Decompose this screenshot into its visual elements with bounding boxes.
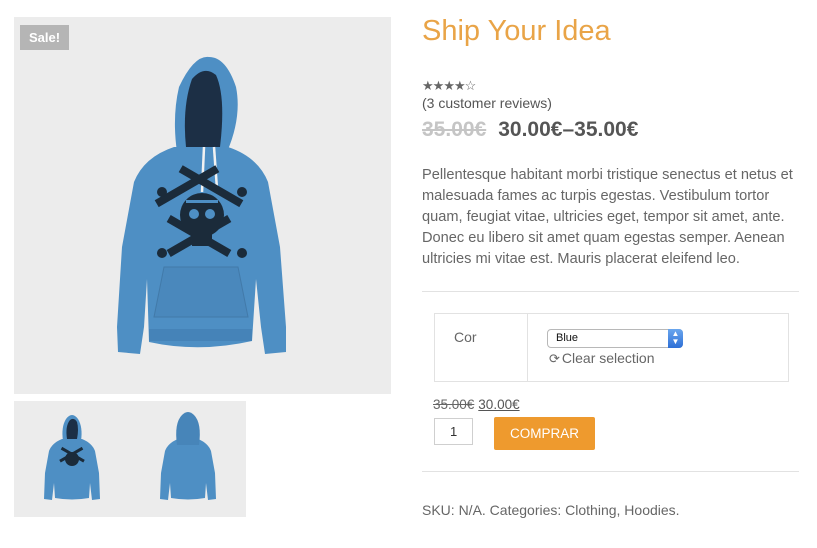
hoodie-front-image: [117, 56, 286, 354]
variation-price-old: 35.00€: [433, 397, 475, 412]
star-icon: ★: [432, 78, 445, 93]
divider: [422, 471, 799, 472]
add-to-cart-button[interactable]: COMPRAR: [494, 417, 595, 450]
thumbnail-front[interactable]: [14, 401, 130, 517]
variation-price: 35.00€ 30.00€: [433, 397, 520, 412]
product-title: Ship Your Idea: [422, 15, 611, 47]
variation-label-cell: Cor: [435, 314, 528, 381]
thumbnail-back[interactable]: [130, 401, 246, 517]
product-main-image[interactable]: [14, 17, 391, 394]
star-icon: ★: [422, 78, 434, 93]
reviews-link[interactable]: (3 customer reviews): [422, 95, 552, 111]
star-icon: ★: [443, 78, 455, 93]
product-meta: SKU: N/A. Categories: Clothing, Hoodies.: [422, 502, 680, 518]
variation-label: Cor: [454, 329, 477, 345]
sale-badge: Sale!: [20, 25, 69, 50]
refresh-icon: ⟳: [549, 351, 560, 366]
price-range: 30.00€–35.00€: [498, 118, 639, 141]
quantity-input[interactable]: 1: [434, 418, 473, 445]
price: 35.00€ 30.00€–35.00€: [422, 118, 638, 142]
color-select[interactable]: Blue ▲ ▼: [547, 329, 683, 348]
variation-price-new: 30.00€: [478, 397, 520, 412]
star-icon: ★: [453, 78, 466, 93]
star-empty-icon: ☆: [464, 78, 477, 93]
product-description: Pellentesque habitant morbi tristique se…: [422, 167, 793, 267]
variations-table: Cor Blue ▲ ▼ ⟳ Clear selection: [434, 313, 789, 382]
select-arrows-icon: ▲ ▼: [668, 329, 683, 348]
thumbnail-gallery: [14, 401, 246, 517]
star-rating[interactable]: ★★★★☆: [422, 78, 477, 94]
price-old: 35.00€: [422, 118, 487, 141]
clear-selection-label: Clear selection: [561, 350, 655, 366]
divider: [422, 291, 799, 292]
clear-selection-link[interactable]: ⟳ Clear selection: [549, 350, 655, 367]
color-select-value: Blue: [556, 332, 579, 344]
hoodie-front-thumb: [44, 415, 100, 500]
hoodie-back-thumb: [160, 412, 216, 500]
